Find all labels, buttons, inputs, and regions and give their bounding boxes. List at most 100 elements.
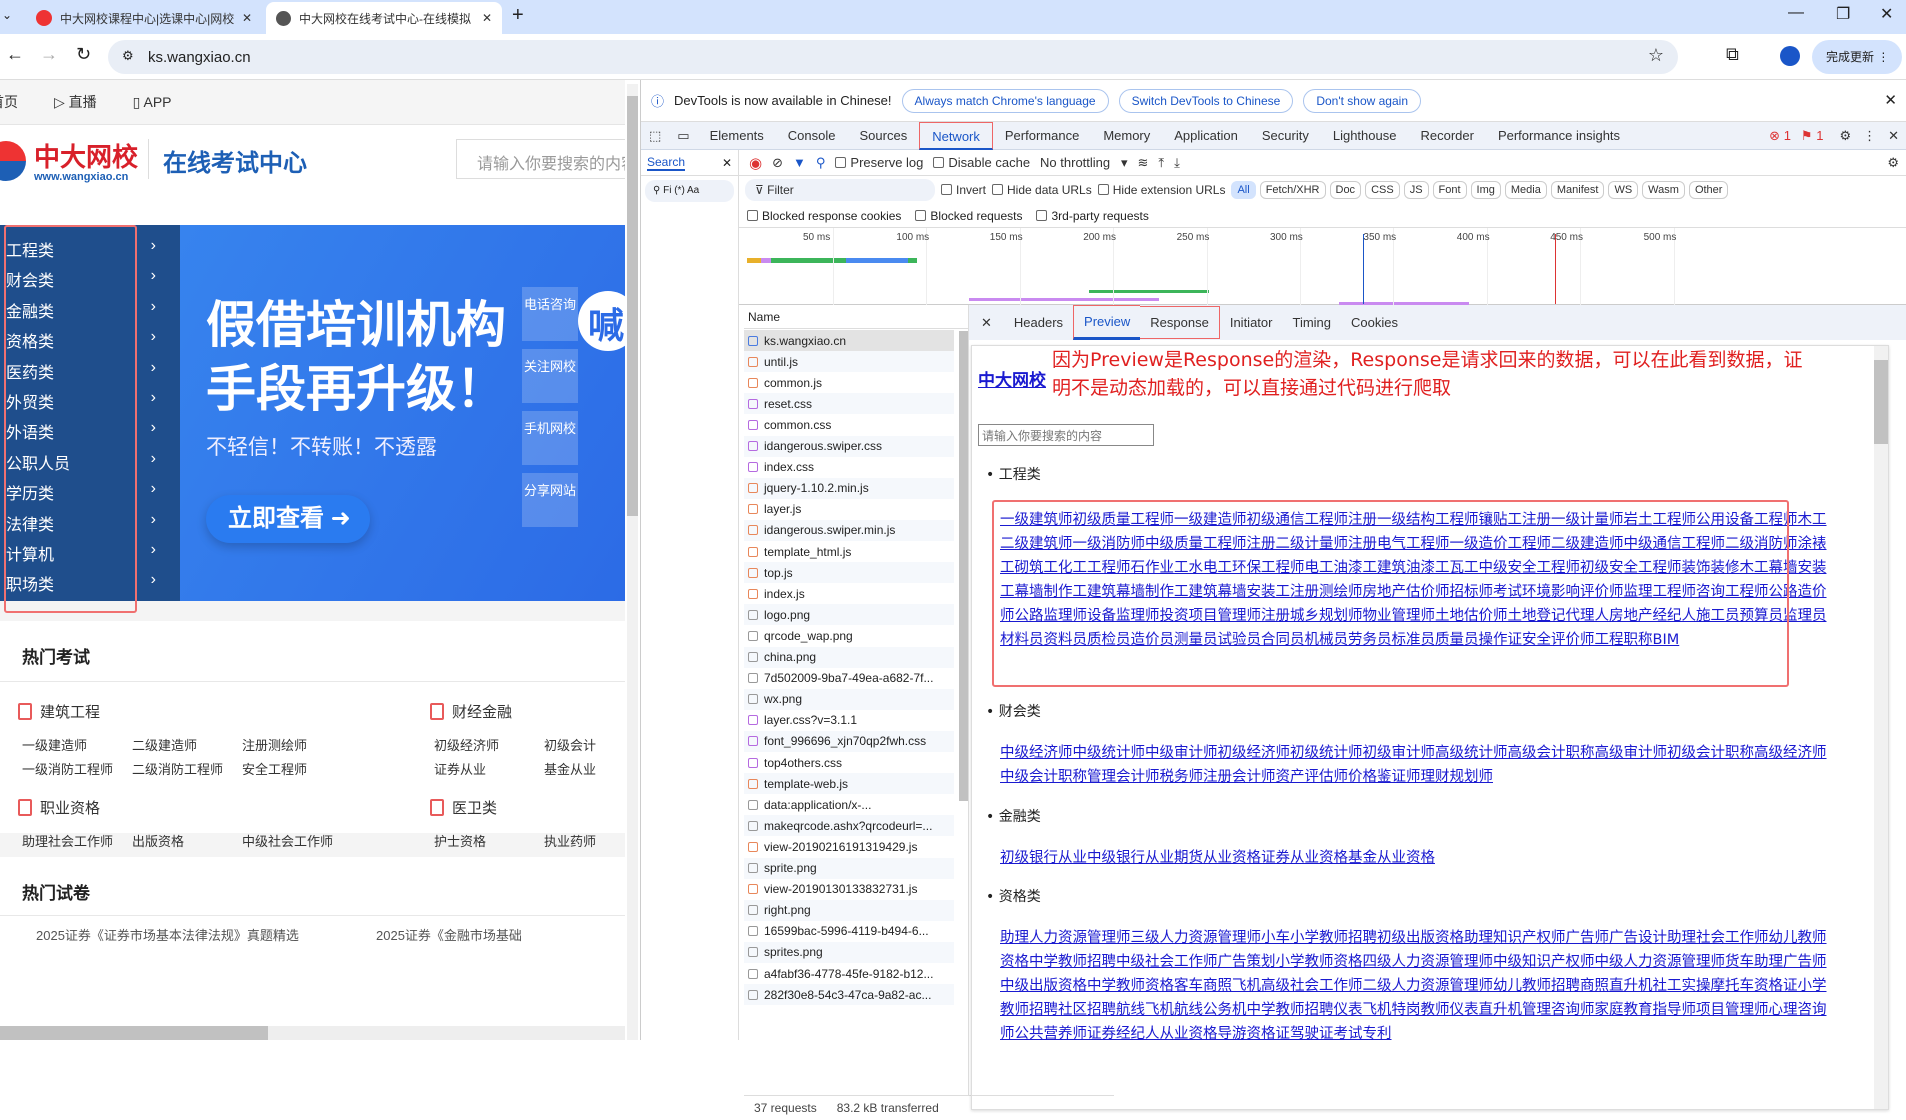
filter-type-fetchxhr[interactable]: Fetch/XHR <box>1259 181 1326 199</box>
exam-link[interactable]: 证券从业 <box>434 759 486 778</box>
nav-app[interactable]: ▯ APP <box>133 94 172 111</box>
category-item[interactable]: 外语类 › <box>6 419 156 443</box>
request-row[interactable]: view-20190216191319429.js <box>744 836 954 858</box>
filter-type-js[interactable]: JS <box>1403 181 1429 199</box>
exam-link[interactable]: 二级建造师 <box>132 735 197 754</box>
request-row[interactable]: until.js <box>744 351 954 373</box>
record-stop-icon[interactable]: ◉ <box>749 154 762 172</box>
request-row[interactable]: 282f30e8-54c3-47ca-9a82-ac... <box>744 984 954 1006</box>
exam-category-heading[interactable]: 医卫类 <box>430 797 497 818</box>
throttling-select[interactable]: No throttling ▾ <box>1040 155 1127 171</box>
device-toolbar-icon[interactable]: ▭ <box>669 128 697 144</box>
third-party-checkbox[interactable]: 3rd-party requests <box>1036 209 1149 223</box>
search-icon[interactable]: ⚲ <box>816 155 826 171</box>
exam-category-heading[interactable]: 财经金融 <box>430 701 512 722</box>
request-row[interactable]: jquery-1.10.2.min.js <box>744 477 954 499</box>
tab-console[interactable]: Console <box>776 122 848 150</box>
browser-tab-active[interactable]: 中大网校在线考试中心-在线模拟 ✕ <box>266 2 502 34</box>
issue-count-icon[interactable]: ⚑ 1 <box>1801 128 1824 144</box>
request-row[interactable]: ks.wangxiao.cn <box>744 330 954 351</box>
search-input[interactable]: ⚲ Fi (*) Aa <box>645 180 734 202</box>
request-row[interactable]: idangerous.swiper.css <box>744 435 954 457</box>
export-har-icon[interactable]: ⤓ <box>1174 155 1180 171</box>
back-icon[interactable]: ← <box>6 44 24 65</box>
filter-type-img[interactable]: Img <box>1470 181 1501 199</box>
disable-cache-checkbox[interactable]: Disable cache <box>933 155 1030 170</box>
tab-sources[interactable]: Sources <box>848 122 920 150</box>
request-row[interactable]: index.css <box>744 456 954 478</box>
new-tab-button[interactable]: + <box>512 4 524 27</box>
switch-to-chinese-button[interactable]: Switch DevTools to Chinese <box>1118 88 1294 113</box>
exam-link[interactable]: 基金从业 <box>544 759 596 778</box>
tab-elements[interactable]: Elements <box>698 122 776 150</box>
settings-gear-icon[interactable]: ⚙ <box>1839 128 1851 144</box>
page-vertical-scrollbar[interactable] <box>627 84 638 1040</box>
tab-response[interactable]: Response <box>1140 306 1220 339</box>
filter-type-ws[interactable]: WS <box>1608 181 1639 199</box>
category-item[interactable]: 计算机 › <box>6 541 156 565</box>
tab-application[interactable]: Application <box>1162 122 1250 150</box>
preview-search-input[interactable]: 请输入你要搜索的内容 <box>978 424 1154 446</box>
filter-type-css[interactable]: CSS <box>1365 181 1400 199</box>
paper-link[interactable]: 2025证券《证券市场基本法律法规》真题精选 <box>36 925 299 944</box>
tab-performance-insights[interactable]: Performance insights <box>1486 122 1632 150</box>
request-row[interactable]: template-web.js <box>744 773 954 795</box>
filter-type-all[interactable]: All <box>1231 181 1256 199</box>
exam-link[interactable]: 安全工程师 <box>242 759 307 778</box>
tab-preview[interactable]: Preview <box>1073 305 1141 340</box>
side-btn-phone[interactable]: 电话咨询 <box>522 287 578 341</box>
category-item[interactable]: 学历类 › <box>6 480 156 504</box>
close-devtools-icon[interactable]: ✕ <box>1888 128 1899 144</box>
request-row[interactable]: idangerous.swiper.min.js <box>744 519 954 541</box>
horizontal-scrollbar[interactable] <box>0 1026 625 1040</box>
request-row[interactable]: top.js <box>744 562 954 584</box>
request-row[interactable]: logo.png <box>744 604 954 626</box>
exam-link[interactable]: 护士资格 <box>434 831 486 850</box>
invert-checkbox[interactable]: Invert <box>941 183 986 197</box>
request-row[interactable]: 7d502009-9ba7-49ea-a682-7f... <box>744 667 954 689</box>
request-list-scrollbar[interactable] <box>959 331 968 801</box>
category-item[interactable]: 法律类 › <box>6 511 156 535</box>
hide-data-urls-checkbox[interactable]: Hide data URLs <box>992 183 1092 197</box>
side-btn-follow[interactable]: 关注网校 <box>522 349 578 403</box>
import-har-icon[interactable]: ⤒ <box>1158 155 1164 171</box>
category-item[interactable]: 资格类 › <box>6 328 156 352</box>
search-tab[interactable]: Search <box>647 155 686 171</box>
request-row[interactable]: data:application/x-... <box>744 794 954 816</box>
request-row[interactable]: view-20190130133832731.js <box>744 878 954 900</box>
nav-live[interactable]: ▷ 直播 <box>54 92 97 112</box>
more-options-icon[interactable]: ⋮ <box>1863 128 1876 144</box>
site-logo[interactable]: 中大网校 <box>34 137 138 174</box>
exam-link[interactable]: 初级经济师 <box>434 735 499 754</box>
tab-memory[interactable]: Memory <box>1091 122 1162 150</box>
exam-link[interactable]: 一级消防工程师 <box>22 759 113 778</box>
name-column-header[interactable]: Name <box>744 305 968 329</box>
clear-icon[interactable]: ⊘ <box>772 155 783 171</box>
side-btn-share[interactable]: 分享网站 <box>522 473 578 527</box>
network-settings-icon[interactable]: ⚙ <box>1887 155 1899 171</box>
request-row[interactable]: top4others.css <box>744 752 954 773</box>
category-item[interactable]: 工程类 › <box>6 237 156 261</box>
tab-network[interactable]: Network <box>919 121 993 150</box>
tab-initiator[interactable]: Initiator <box>1220 315 1283 330</box>
inspect-element-icon[interactable]: ⬚ <box>641 128 669 144</box>
nav-home[interactable]: 首页 <box>0 92 18 112</box>
forward-icon[interactable]: → <box>40 44 58 65</box>
filter-icon[interactable]: ▼ <box>793 155 806 170</box>
filter-type-manifest[interactable]: Manifest <box>1550 181 1605 199</box>
exam-link[interactable]: 中级社会工作师 <box>242 831 333 850</box>
category-item[interactable]: 外贸类 › <box>6 389 156 413</box>
update-button[interactable]: 完成更新 ⋮ <box>1812 40 1902 74</box>
request-row[interactable]: template_html.js <box>744 541 954 562</box>
close-notice-icon[interactable]: ✕ <box>1884 91 1897 109</box>
network-conditions-icon[interactable]: ≋ <box>1138 155 1149 171</box>
dont-show-again-button[interactable]: Don't show again <box>1303 88 1421 113</box>
error-count-icon[interactable]: ⊗ 1 <box>1769 128 1791 144</box>
extensions-icon[interactable]: ⧉ <box>1726 44 1739 65</box>
close-tab-icon[interactable]: ✕ <box>242 11 252 25</box>
qualification-links[interactable]: 助理人力资源管理师三级人力资源管理师小车小学教师招聘初级出版资格助理知识产权师广… <box>1000 926 1836 1109</box>
exam-link[interactable]: 初级会计 <box>544 735 596 754</box>
tab-list-chevron-icon[interactable]: ⌄ <box>2 8 12 22</box>
request-row[interactable]: layer.js <box>744 498 954 520</box>
request-row[interactable]: right.png <box>744 899 954 921</box>
